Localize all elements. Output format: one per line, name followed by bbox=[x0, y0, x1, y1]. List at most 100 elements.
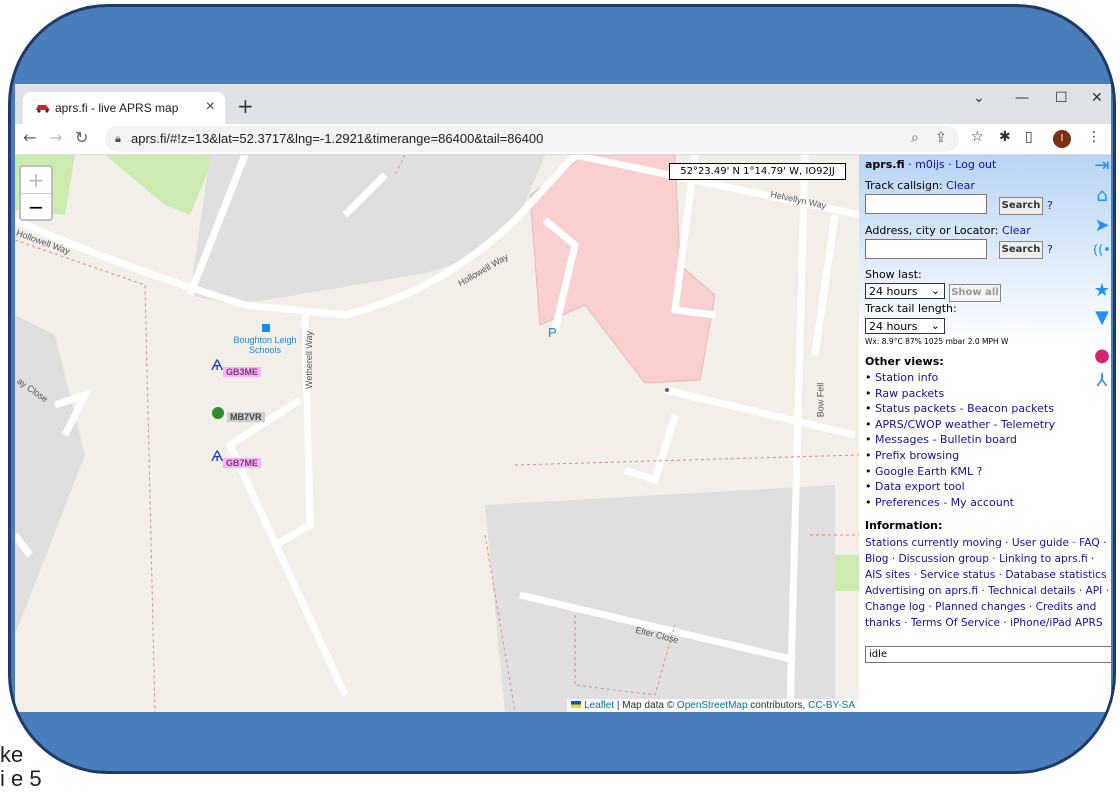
chevron-down-icon[interactable]: ⌄ bbox=[973, 90, 985, 106]
car-icon bbox=[36, 105, 50, 113]
menu-icon[interactable]: ⋮ bbox=[1087, 129, 1101, 145]
view-link[interactable]: Data export tool bbox=[875, 480, 965, 493]
zoom-in-button[interactable]: + bbox=[21, 167, 51, 194]
zoom-control: + − bbox=[19, 165, 53, 221]
close-window-icon[interactable]: ✕ bbox=[1091, 90, 1103, 106]
node-marker bbox=[665, 388, 669, 392]
side-panel-icon[interactable]: ▯ bbox=[1025, 129, 1033, 145]
address-input[interactable] bbox=[865, 239, 987, 259]
street-label-wetherell: Wetherell Way bbox=[304, 330, 315, 390]
info-line[interactable]: AIS sites · Service status · Database st… bbox=[865, 567, 1111, 583]
reload-icon[interactable]: ↻ bbox=[75, 128, 88, 147]
view-link[interactable]: Messages - Bulletin board bbox=[875, 433, 1017, 446]
info-line[interactable]: Blog · Discussion group · Linking to apr… bbox=[865, 551, 1111, 567]
back-icon[interactable]: ← bbox=[23, 128, 36, 147]
balloon-icon[interactable]: ● bbox=[1093, 345, 1111, 366]
radio-icon[interactable]: ((•)) bbox=[1093, 243, 1111, 258]
star-icon[interactable]: ★ bbox=[1093, 280, 1111, 301]
logout-link[interactable]: Log out bbox=[955, 158, 996, 171]
bus-stop-icon[interactable] bbox=[262, 324, 270, 332]
zoom-out-button[interactable]: − bbox=[21, 194, 51, 220]
show-last-select[interactable]: 24 hours ⌄ bbox=[865, 283, 945, 299]
compass-icon[interactable]: ⅄ bbox=[1093, 370, 1111, 391]
attribution-text: | Map data © bbox=[614, 700, 677, 711]
maximize-icon[interactable]: ☐ bbox=[1055, 90, 1068, 106]
tail-value: 24 hours bbox=[869, 320, 918, 333]
tail-select[interactable]: 24 hours ⌄ bbox=[865, 318, 945, 334]
address-label: Address, city or Locator: bbox=[865, 224, 999, 237]
new-tab-icon[interactable]: + bbox=[237, 94, 254, 118]
background-text-2: i e 5 bbox=[0, 766, 42, 791]
block-area-2 bbox=[15, 315, 85, 635]
minimize-icon[interactable]: — bbox=[1015, 90, 1029, 106]
view-link[interactable]: Station info bbox=[875, 371, 938, 384]
station-gb7me[interactable]: GB7ME bbox=[223, 458, 262, 468]
track-clear-link[interactable]: Clear bbox=[946, 179, 975, 192]
view-link[interactable]: Prefix browsing bbox=[875, 449, 959, 462]
map-canvas bbox=[15, 155, 859, 712]
view-kml[interactable]: Google Earth KML ? bbox=[865, 465, 1095, 481]
browser-toolbar: ← → ↻ 🔒︎ aprs.fi/#!z=13&lat=52.3717&lng=… bbox=[15, 124, 1111, 155]
zoom-search-icon[interactable]: ⌕ bbox=[911, 130, 919, 146]
show-all-button[interactable]: Show all bbox=[949, 284, 1001, 302]
site-name: aprs.fi bbox=[865, 158, 905, 171]
callsign-search-button[interactable]: Search bbox=[999, 197, 1043, 215]
view-export[interactable]: Data export tool bbox=[865, 480, 1095, 496]
profile-avatar[interactable]: I bbox=[1053, 130, 1071, 148]
other-views-title: Other views: bbox=[865, 355, 944, 368]
view-link[interactable]: Google Earth KML ? bbox=[875, 465, 982, 478]
show-last-label: Show last: bbox=[865, 268, 922, 281]
tail-label: Track tail length: bbox=[865, 302, 957, 315]
info-line[interactable]: Advertising on aprs.fi · Technical detai… bbox=[865, 583, 1111, 599]
view-preferences[interactable]: Preferences - My account bbox=[865, 496, 1095, 512]
license-link[interactable]: CC-BY-SA bbox=[808, 700, 855, 711]
locate-icon[interactable]: ➤ bbox=[1093, 215, 1111, 236]
address-bar[interactable]: 🔒︎ aprs.fi/#!z=13&lat=52.3717&lng=-1.292… bbox=[105, 126, 959, 152]
attribution-contrib: contributors, bbox=[747, 700, 809, 711]
info-line[interactable]: Change log · Planned changes · Credits a… bbox=[865, 599, 1111, 615]
station-mb7vr[interactable]: MB7VR bbox=[227, 412, 265, 422]
leaflet-link[interactable]: Leaflet bbox=[584, 700, 614, 711]
user-link[interactable]: m0ijs bbox=[915, 158, 945, 171]
view-link[interactable]: Preferences - My account bbox=[875, 496, 1014, 509]
sign-in-icon[interactable]: ⇥ bbox=[1093, 155, 1111, 176]
background-text-1: ke bbox=[0, 742, 24, 767]
home-icon[interactable]: ⌂ bbox=[1093, 185, 1111, 206]
view-link[interactable]: Status packets - Beacon packets bbox=[875, 402, 1054, 415]
bookmark-star-icon[interactable]: ☆ bbox=[971, 129, 984, 145]
info-line[interactable]: Stations currently moving · User guide ·… bbox=[865, 535, 1111, 551]
view-messages[interactable]: Messages - Bulletin board bbox=[865, 433, 1095, 449]
login-line: aprs.fi · m0ijs · Log out bbox=[865, 158, 997, 171]
callsign-help-link[interactable]: ? bbox=[1047, 199, 1053, 212]
address-help-link[interactable]: ? bbox=[1047, 243, 1053, 256]
address-search-button[interactable]: Search bbox=[999, 241, 1043, 259]
close-tab-icon[interactable]: × bbox=[206, 98, 215, 116]
share-icon[interactable]: ⇪ bbox=[935, 130, 947, 146]
digipeater-icon[interactable] bbox=[212, 407, 224, 419]
osm-link[interactable]: OpenStreetMap bbox=[677, 700, 748, 711]
view-status-packets[interactable]: Status packets - Beacon packets bbox=[865, 402, 1095, 418]
extensions-icon[interactable]: ✱ bbox=[999, 129, 1011, 145]
view-weather[interactable]: APRS/CWOP weather - Telemetry bbox=[865, 418, 1095, 434]
park-area bbox=[105, 155, 215, 215]
sidebar: aprs.fi · m0ijs · Log out Track callsign… bbox=[859, 155, 1111, 712]
view-link[interactable]: APRS/CWOP weather - Telemetry bbox=[875, 418, 1055, 431]
address-clear-link[interactable]: Clear bbox=[1002, 224, 1031, 237]
chevron-down-icon: ⌄ bbox=[930, 319, 940, 332]
view-station-info[interactable]: Station info bbox=[865, 371, 1095, 387]
map-view[interactable]: Hollowell Way Hollowell Way Helvellyn Wa… bbox=[15, 155, 859, 712]
tower-icon[interactable]: Ѧ bbox=[211, 358, 223, 374]
station-gb3me[interactable]: GB3ME bbox=[223, 367, 262, 377]
callsign-input[interactable] bbox=[865, 194, 987, 214]
info-line[interactable]: thanks · Terms Of Service · iPhone/iPad … bbox=[865, 615, 1111, 631]
view-prefix[interactable]: Prefix browsing bbox=[865, 449, 1095, 465]
poi-label: Boughton Leigh Schools bbox=[233, 335, 297, 355]
tower-icon[interactable]: Ѧ bbox=[211, 449, 223, 465]
view-link[interactable]: Raw packets bbox=[875, 387, 944, 400]
view-raw-packets[interactable]: Raw packets bbox=[865, 387, 1095, 403]
url-text: aprs.fi/#!z=13&lat=52.3717&lng=-1.2921&t… bbox=[131, 131, 544, 146]
browser-tab[interactable]: aprs.fi - live APRS map × bbox=[23, 92, 225, 124]
parking-icon[interactable]: P bbox=[548, 325, 557, 340]
filter-icon[interactable]: ▼ bbox=[1093, 307, 1111, 328]
forward-icon[interactable]: → bbox=[49, 128, 62, 147]
